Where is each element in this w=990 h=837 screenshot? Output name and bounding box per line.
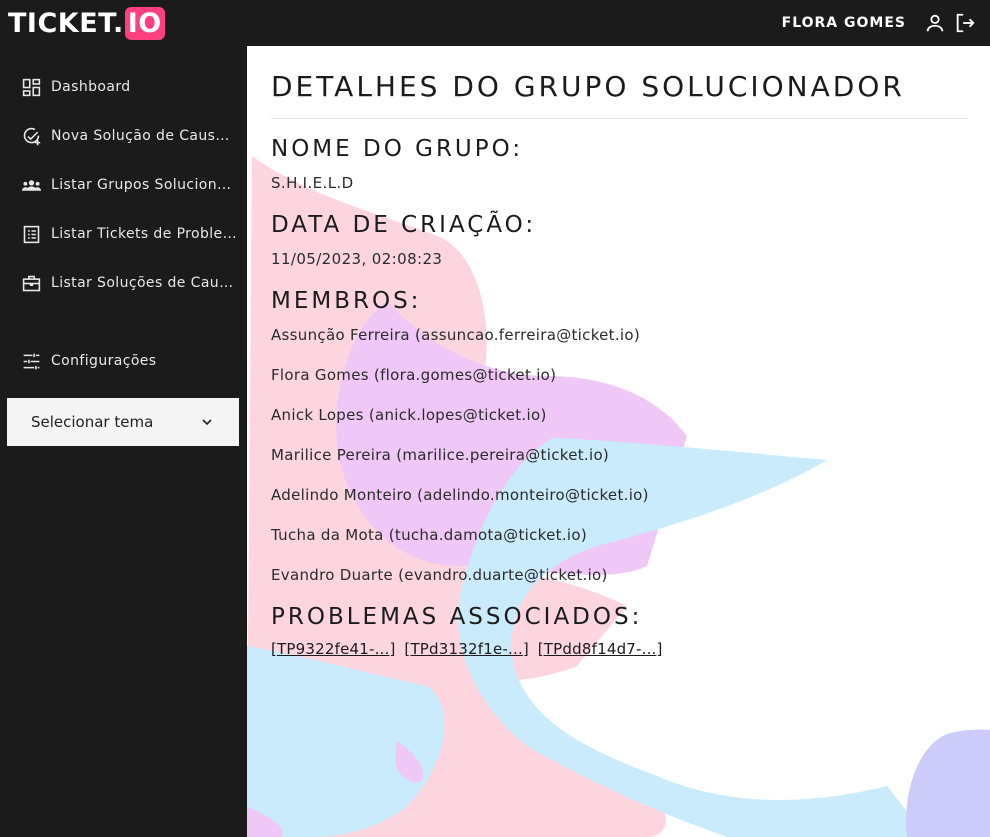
list-icon: [20, 223, 42, 245]
dashboard-icon: [20, 76, 42, 98]
group-name-heading: NOME DO GRUPO:: [271, 136, 524, 162]
background-blobs: [247, 156, 990, 837]
briefcase-icon: [20, 272, 42, 294]
member-item: Tucha da Mota (tucha.damota@ticket.io): [271, 526, 587, 544]
top-bar: TICKET. IO FLORA GOMES: [0, 0, 990, 46]
member-item: Evandro Duarte (evandro.duarte@ticket.io…: [271, 566, 608, 584]
sidebar-item-settings[interactable]: Configurações: [0, 341, 247, 381]
sidebar-item-tickets[interactable]: Listar Tickets de Problema: [0, 214, 247, 254]
logo-accent: IO: [124, 6, 165, 40]
main-content: DETALHES DO GRUPO SOLUCIONADOR NOME DO G…: [247, 46, 990, 837]
groups-icon: [20, 174, 42, 196]
sidebar-item-label: Listar Soluções de Causa Raiz: [51, 275, 237, 291]
page-title: DETALHES DO GRUPO SOLUCIONADOR: [271, 70, 905, 103]
sidebar-item-groups[interactable]: Listar Grupos Solucionadores: [0, 165, 247, 205]
sidebar-item-label: Listar Tickets de Problema: [51, 226, 237, 242]
problems-heading: PROBLEMAS ASSOCIADOS:: [271, 604, 643, 630]
sidebar-item-dashboard[interactable]: Dashboard: [0, 67, 247, 107]
problem-link[interactable]: [TPd3132f1e-...]: [404, 640, 529, 658]
member-item: Assunção Ferreira (assuncao.ferreira@tic…: [271, 326, 641, 344]
sidebar-item-label: Nova Solução de Causa Raiz: [51, 128, 237, 144]
problem-link[interactable]: [TPdd8f14d7-...]: [538, 640, 663, 658]
logo-text: TICKET.: [8, 7, 124, 39]
sliders-icon: [20, 350, 42, 372]
group-name-value: S.H.I.E.L.D: [271, 174, 354, 192]
add-check-icon: [20, 125, 42, 147]
problem-link[interactable]: [TP9322fe41-...]: [271, 640, 396, 658]
member-item: Anick Lopes (anick.lopes@ticket.io): [271, 406, 547, 424]
theme-select[interactable]: Selecionar tema: [7, 398, 239, 446]
created-value: 11/05/2023, 02:08:23: [271, 250, 443, 268]
member-item: Marilice Pereira (marilice.pereira@ticke…: [271, 446, 610, 464]
member-item: Adelindo Monteiro (adelindo.monteiro@tic…: [271, 486, 649, 504]
problem-links: [TP9322fe41-...] [TPd3132f1e-...] [TPdd8…: [271, 640, 667, 658]
member-item: Flora Gomes (flora.gomes@ticket.io): [271, 366, 557, 384]
theme-select-label: Selecionar tema: [31, 413, 154, 431]
user-name: FLORA GOMES: [781, 15, 906, 31]
sidebar-item-new-solution[interactable]: Nova Solução de Causa Raiz: [0, 116, 247, 156]
chevron-down-icon: [202, 419, 212, 426]
sidebar-item-solutions[interactable]: Listar Soluções de Causa Raiz: [0, 263, 247, 303]
user-area: FLORA GOMES: [782, 12, 976, 34]
sidebar-item-label: Dashboard: [51, 79, 131, 95]
members-heading: MEMBROS:: [271, 288, 422, 314]
sidebar: Dashboard Nova Solução de Causa Raiz Lis…: [0, 46, 247, 837]
created-heading: DATA DE CRIAÇÃO:: [271, 212, 537, 238]
logout-icon[interactable]: [954, 12, 976, 34]
person-icon[interactable]: [924, 12, 946, 34]
sidebar-item-label: Configurações: [51, 353, 157, 369]
app-logo[interactable]: TICKET. IO: [8, 0, 165, 46]
sidebar-item-label: Listar Grupos Solucionadores: [51, 177, 237, 193]
title-divider: [271, 118, 968, 119]
